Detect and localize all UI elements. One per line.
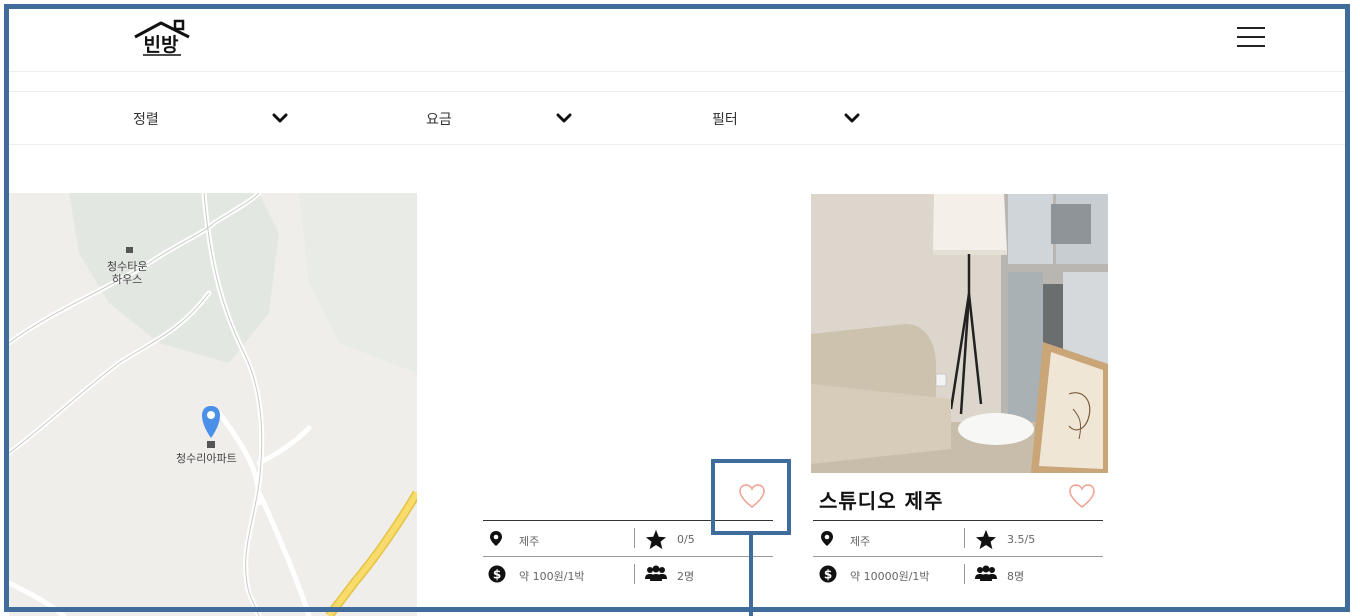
- listing-title[interactable]: 스튜디오 제주: [819, 485, 943, 514]
- hamburger-menu-icon[interactable]: [1237, 27, 1265, 49]
- map-label-townhouse: 청수타운 하우스: [107, 260, 147, 286]
- filter-dropdown[interactable]: 필터: [699, 92, 879, 144]
- price-text: 약 10000원/1박: [850, 570, 930, 583]
- map[interactable]: 청수타운 하우스 청수리아파트: [9, 193, 417, 616]
- location-icon: [490, 531, 502, 546]
- header: 빈방: [9, 9, 1360, 72]
- sort-label: 정렬: [133, 112, 159, 128]
- rating-text: 3.5/5: [1007, 533, 1036, 546]
- listing-photo[interactable]: [811, 194, 1108, 473]
- logo-text: 빈방: [144, 34, 179, 56]
- star-icon: [645, 529, 667, 550]
- separator: [634, 564, 635, 584]
- chevron-down-icon: [556, 113, 572, 123]
- filter-label: 필터: [712, 112, 738, 128]
- chevron-down-icon: [272, 113, 288, 123]
- map-label-line: 하우스: [112, 273, 143, 286]
- dollar-icon: $: [819, 565, 837, 583]
- location-icon: [821, 531, 833, 546]
- sort-dropdown[interactable]: 정렬: [119, 92, 299, 144]
- guests-text: 8명: [1007, 570, 1025, 583]
- row-divider: [483, 556, 773, 557]
- location-text: 제주: [850, 535, 871, 548]
- map-pin-icon[interactable]: [202, 406, 220, 448]
- users-icon: [975, 565, 997, 581]
- price-label: 요금: [426, 112, 452, 128]
- svg-text:$: $: [493, 568, 501, 582]
- users-icon: [645, 565, 667, 581]
- annotation-highlight: [711, 459, 791, 535]
- price-dropdown[interactable]: 요금: [414, 92, 594, 144]
- rating-text: 0/5: [677, 533, 695, 546]
- card-divider: [813, 520, 1103, 521]
- separator: [964, 528, 965, 548]
- separator: [634, 528, 635, 548]
- star-icon: [975, 529, 997, 550]
- heart-icon[interactable]: [1068, 483, 1096, 509]
- svg-text:$: $: [824, 568, 832, 582]
- price-text: 약 100원/1박: [519, 570, 585, 583]
- filter-bar: 정렬 요금 필터: [9, 91, 1360, 145]
- chevron-down-icon: [844, 113, 860, 123]
- guests-text: 2명: [677, 570, 695, 583]
- dollar-icon: $: [488, 565, 506, 583]
- map-label-apartment: 청수리아파트: [176, 452, 237, 465]
- separator: [964, 564, 965, 584]
- logo[interactable]: 빈방: [131, 17, 195, 57]
- map-label-line: 청수타운: [107, 260, 148, 273]
- annotation-pointer: [749, 535, 753, 616]
- row-divider: [813, 556, 1103, 557]
- location-text: 제주: [519, 535, 540, 548]
